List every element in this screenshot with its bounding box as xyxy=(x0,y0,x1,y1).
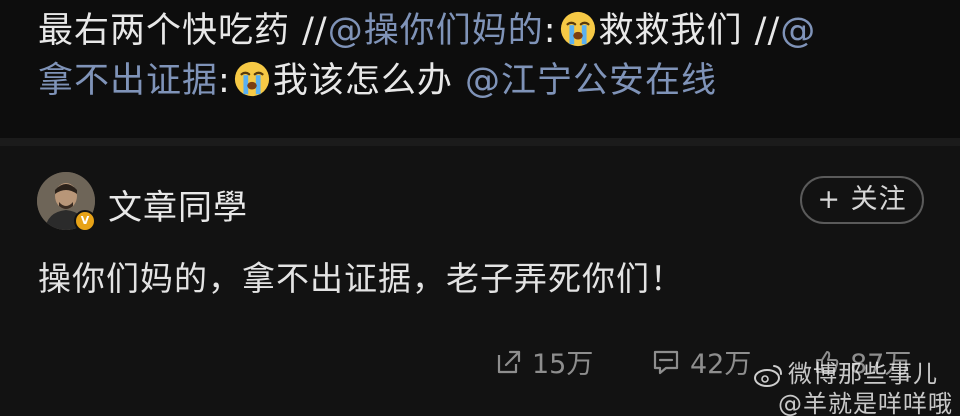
mention-link[interactable]: @江宁公安在线 xyxy=(465,61,717,101)
repost-text: 救救我们 // xyxy=(598,11,781,51)
verified-badge: V xyxy=(74,210,96,232)
repost-text: 最右两个快吃药 // xyxy=(38,11,328,51)
repost-text: 我该怎么办 xyxy=(272,61,465,101)
watermark: 微博那些事儿 @羊就是咩咩哦 xyxy=(752,354,953,416)
repost-chain-line-1: 最右两个快吃药 //@操你们妈的: 救救我们 //@ xyxy=(38,6,928,56)
comment-icon xyxy=(653,350,679,374)
mention-link[interactable]: 拿不出证据 xyxy=(38,61,218,101)
post-body-text: 操你们妈的，拿不出证据，老子弄死你们！ xyxy=(38,259,684,298)
crying-face-emoji-icon xyxy=(560,11,595,47)
comment-action[interactable]: 42万 xyxy=(652,342,751,381)
colon: : xyxy=(543,11,557,51)
colon: : xyxy=(218,61,231,101)
watermark-handle: @羊就是咩咩哦 xyxy=(778,390,953,416)
repost-chain-line-2: 拿不出证据: 我该怎么办 @江宁公安在线 xyxy=(38,56,928,106)
section-divider xyxy=(0,138,960,146)
share-icon xyxy=(497,350,521,373)
follow-button[interactable]: + 关注 xyxy=(800,176,924,224)
mention-link-at[interactable]: @ xyxy=(780,11,816,51)
original-post: V 文章同學 + 关注 操你们妈的，拿不出证据，老子弄死你们！ 15万 42万 xyxy=(0,146,960,416)
share-action[interactable]: 15万 xyxy=(496,342,593,381)
comment-count: 42万 xyxy=(690,349,752,380)
screen: 最右两个快吃药 //@操你们妈的: 救救我们 //@ 拿不出证据: 我该怎么办 … xyxy=(0,0,960,416)
share-count: 15万 xyxy=(532,349,594,380)
repost-chain-text: 最右两个快吃药 //@操你们妈的: 救救我们 //@ 拿不出证据: 我该怎么办 … xyxy=(38,6,928,106)
crying-face-emoji-icon xyxy=(234,61,269,97)
mention-link[interactable]: @操你们妈的 xyxy=(328,11,544,51)
post-username[interactable]: 文章同學 xyxy=(108,180,248,229)
